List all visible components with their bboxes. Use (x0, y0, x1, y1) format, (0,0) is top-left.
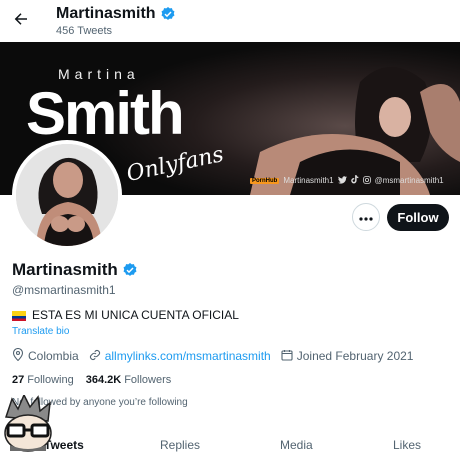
arrow-left-icon[interactable] (10, 8, 32, 30)
pornhub-badge: PornHub (250, 177, 280, 184)
profile-name: Martinasmith (12, 260, 118, 279)
join-date: Joined February 2021 (281, 349, 414, 364)
banner-social-row: PornHub Martinasmith1 @msmartinasmith1 (250, 175, 444, 186)
link-icon (89, 349, 101, 364)
tab-media[interactable]: Media (280, 438, 313, 452)
header-name: Martinasmith (56, 5, 156, 22)
following-count: 27 (12, 374, 25, 386)
following-link[interactable]: 27 Following (12, 374, 74, 386)
profile-name-row: Martinasmith (12, 260, 138, 280)
profile-meta: Colombia allmylinks.com/msmartinasmith J… (12, 347, 423, 364)
followers-link[interactable]: 364.2K Followers (86, 374, 172, 386)
profile-handle: @msmartinasmith1 (12, 283, 116, 297)
top-bar: Martinasmith 456 Tweets (0, 0, 460, 42)
website-link[interactable]: allmylinks.com/msmartinasmith (105, 349, 271, 363)
watermark-logo (0, 393, 56, 453)
website[interactable]: allmylinks.com/msmartinasmith (89, 349, 271, 364)
header-title: Martinasmith (56, 5, 176, 23)
tiktok-icon (350, 175, 359, 186)
instagram-handle: @msmartinasmith1 (374, 176, 444, 185)
profile-bio: ESTA ES MI UNICA CUENTA OFICIAL (12, 308, 239, 322)
pornhub-handle: Martinasmith1 (283, 176, 334, 185)
verified-badge-icon (160, 6, 176, 22)
followers-count: 364.2K (85, 374, 122, 386)
banner-last-name: Smith (26, 80, 185, 147)
instagram-icon (362, 175, 371, 186)
follow-stats: 27 Following 364.2K Followers (12, 374, 171, 386)
follow-button[interactable]: Follow (387, 204, 449, 231)
followers-label: Followers (124, 374, 172, 386)
avatar-photo (16, 144, 118, 246)
more-dots-icon (359, 208, 373, 226)
join-date-text: Joined February 2021 (296, 349, 414, 363)
following-label: Following (27, 374, 74, 386)
location-pin-icon (12, 347, 24, 364)
calendar-icon (281, 349, 293, 364)
verified-badge-icon[interactable] (122, 262, 138, 278)
colombia-flag-icon (12, 310, 26, 321)
tab-likes[interactable]: Likes (393, 438, 421, 452)
more-options-button[interactable] (352, 203, 380, 231)
avatar[interactable] (12, 140, 122, 250)
bio-text: ESTA ES MI UNICA CUENTA OFICIAL (32, 308, 239, 322)
translate-bio-link[interactable]: Translate bio (12, 326, 69, 337)
tab-replies[interactable]: Replies (160, 438, 200, 452)
location: Colombia (12, 347, 79, 364)
twitter-icon (337, 175, 347, 186)
location-text: Colombia (28, 349, 79, 363)
profile-tabs: Tweets Replies Media Likes (0, 430, 460, 460)
tweet-count: 456 Tweets (56, 25, 113, 37)
